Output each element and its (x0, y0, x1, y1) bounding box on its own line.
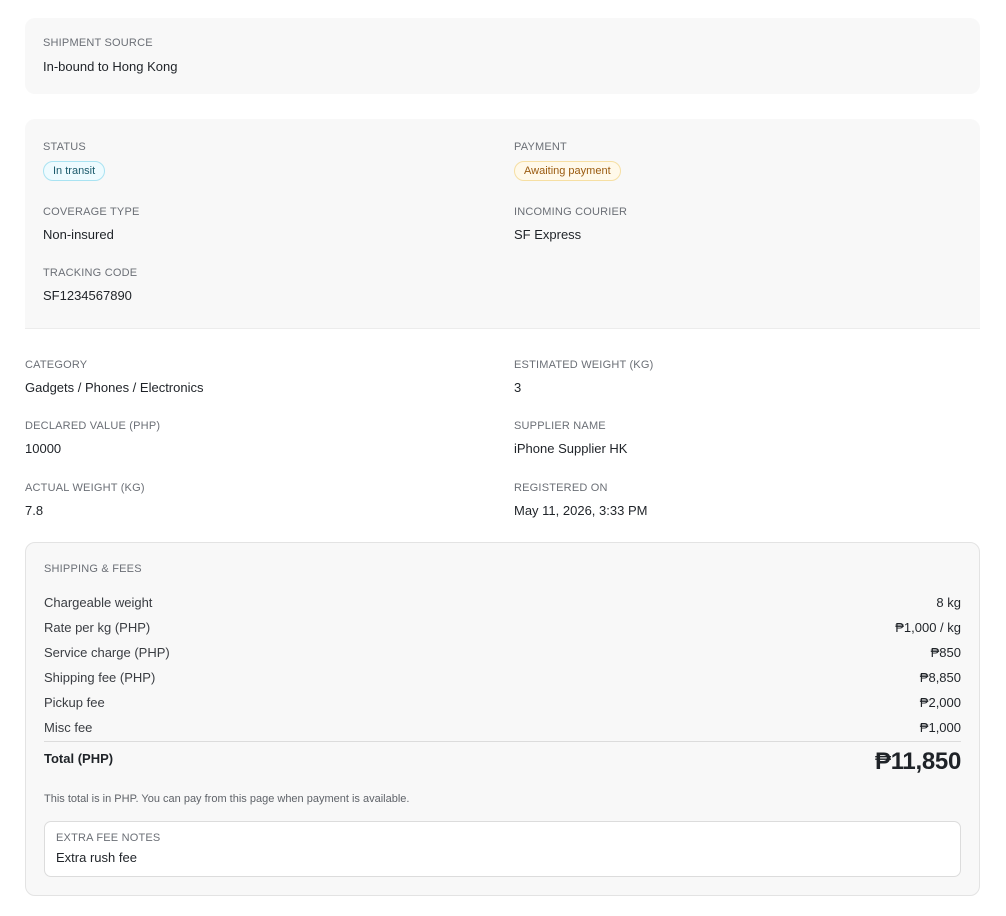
extra-fee-notes-label: EXTRA FEE NOTES (56, 832, 161, 844)
payment-badge: Awaiting payment (514, 161, 621, 181)
incoming-courier-label: INCOMING COURIER (514, 206, 628, 218)
declared-value-label: DECLARED VALUE (PHP) (25, 420, 161, 432)
shipment-details-page: SHIPMENT SOURCE In-bound to Hong Kong ST… (0, 0, 1006, 916)
fee-value: 8 kg (936, 595, 961, 610)
extra-fee-notes-value: Extra rush fee (56, 850, 137, 865)
payment-field: PAYMENT Awaiting payment (514, 141, 621, 181)
fee-value: ₱8,850 (919, 670, 961, 685)
supplier-name-value: iPhone Supplier HK (514, 441, 628, 456)
estimated-weight-value: 3 (514, 380, 522, 395)
status-label: STATUS (43, 141, 86, 153)
fee-value: ₱2,000 (919, 695, 961, 710)
status-badge: In transit (43, 161, 106, 181)
shipment-source-value: In-bound to Hong Kong (43, 59, 178, 74)
fee-label: Service charge (PHP) (44, 645, 170, 660)
total-note: This total is in PHP. You can pay from t… (44, 793, 410, 805)
coverage-type-field: COVERAGE TYPE Non-insured (43, 206, 140, 242)
total-value: ₱11,850 (875, 748, 961, 775)
actual-weight-value: 7.8 (25, 503, 44, 518)
fee-value: ₱850 (930, 645, 961, 660)
actual-weight-label: ACTUAL WEIGHT (KG) (25, 482, 145, 494)
supplier-name-field: SUPPLIER NAME iPhone Supplier HK (514, 420, 627, 456)
coverage-type-label: COVERAGE TYPE (43, 206, 140, 218)
fees-divider (44, 741, 961, 742)
category-label: CATEGORY (25, 359, 88, 371)
fee-label: Misc fee (44, 720, 93, 735)
payment-label: PAYMENT (514, 141, 567, 153)
total-label: Total (PHP) (44, 751, 114, 766)
fee-value: ₱1,000 / kg (895, 620, 961, 635)
fee-rows: Chargeable weight 8 kg Rate per kg (PHP)… (44, 590, 961, 740)
fee-row-rate-per-kg: Rate per kg (PHP) ₱1,000 / kg (44, 615, 961, 640)
estimated-weight-field: ESTIMATED WEIGHT (KG) 3 (514, 359, 653, 395)
registered-on-field: REGISTERED ON May 11, 2026, 3:33 PM (514, 482, 647, 518)
fee-row-chargeable-weight: Chargeable weight 8 kg (44, 590, 961, 615)
shipping-fees-card: SHIPPING & FEES Chargeable weight 8 kg R… (25, 542, 980, 896)
fee-row-misc-fee: Misc fee ₱1,000 (44, 715, 961, 740)
fee-row-shipping-fee: Shipping fee (PHP) ₱8,850 (44, 665, 961, 690)
declared-value-field: DECLARED VALUE (PHP) 10000 (25, 420, 160, 456)
actual-weight-field: ACTUAL WEIGHT (KG) 7.8 (25, 482, 145, 518)
category-value: Gadgets / Phones / Electronics (25, 380, 204, 395)
tracking-code-field: TRACKING CODE SF1234567890 (43, 267, 137, 303)
fee-label: Pickup fee (44, 695, 105, 710)
status-card: STATUS In transit PAYMENT Awaiting payme… (25, 119, 980, 329)
registered-on-label: REGISTERED ON (514, 482, 608, 494)
fee-label: Rate per kg (PHP) (44, 620, 151, 635)
incoming-courier-value: SF Express (514, 227, 582, 242)
fee-row-service-charge: Service charge (PHP) ₱850 (44, 640, 961, 665)
tracking-code-label: TRACKING CODE (43, 267, 138, 279)
fee-row-pickup-fee: Pickup fee ₱2,000 (44, 690, 961, 715)
estimated-weight-label: ESTIMATED WEIGHT (KG) (514, 359, 654, 371)
extra-fee-notes-box: EXTRA FEE NOTES Extra rush fee (44, 821, 961, 877)
tracking-code-value: SF1234567890 (43, 288, 132, 303)
supplier-name-label: SUPPLIER NAME (514, 420, 606, 432)
incoming-courier-field: INCOMING COURIER SF Express (514, 206, 627, 242)
declared-value-value: 10000 (25, 441, 62, 456)
registered-on-value: May 11, 2026, 3:33 PM (514, 503, 648, 518)
shipping-fees-title: SHIPPING & FEES (44, 563, 142, 575)
shipment-source-label: SHIPMENT SOURCE (43, 37, 153, 49)
coverage-type-value: Non-insured (43, 227, 114, 242)
status-field: STATUS In transit (43, 141, 106, 181)
category-field: CATEGORY Gadgets / Phones / Electronics (25, 359, 203, 395)
fee-value: ₱1,000 (919, 720, 961, 735)
shipment-source-card: SHIPMENT SOURCE In-bound to Hong Kong (25, 18, 980, 94)
fee-label: Shipping fee (PHP) (44, 670, 156, 685)
fee-label: Chargeable weight (44, 595, 153, 610)
